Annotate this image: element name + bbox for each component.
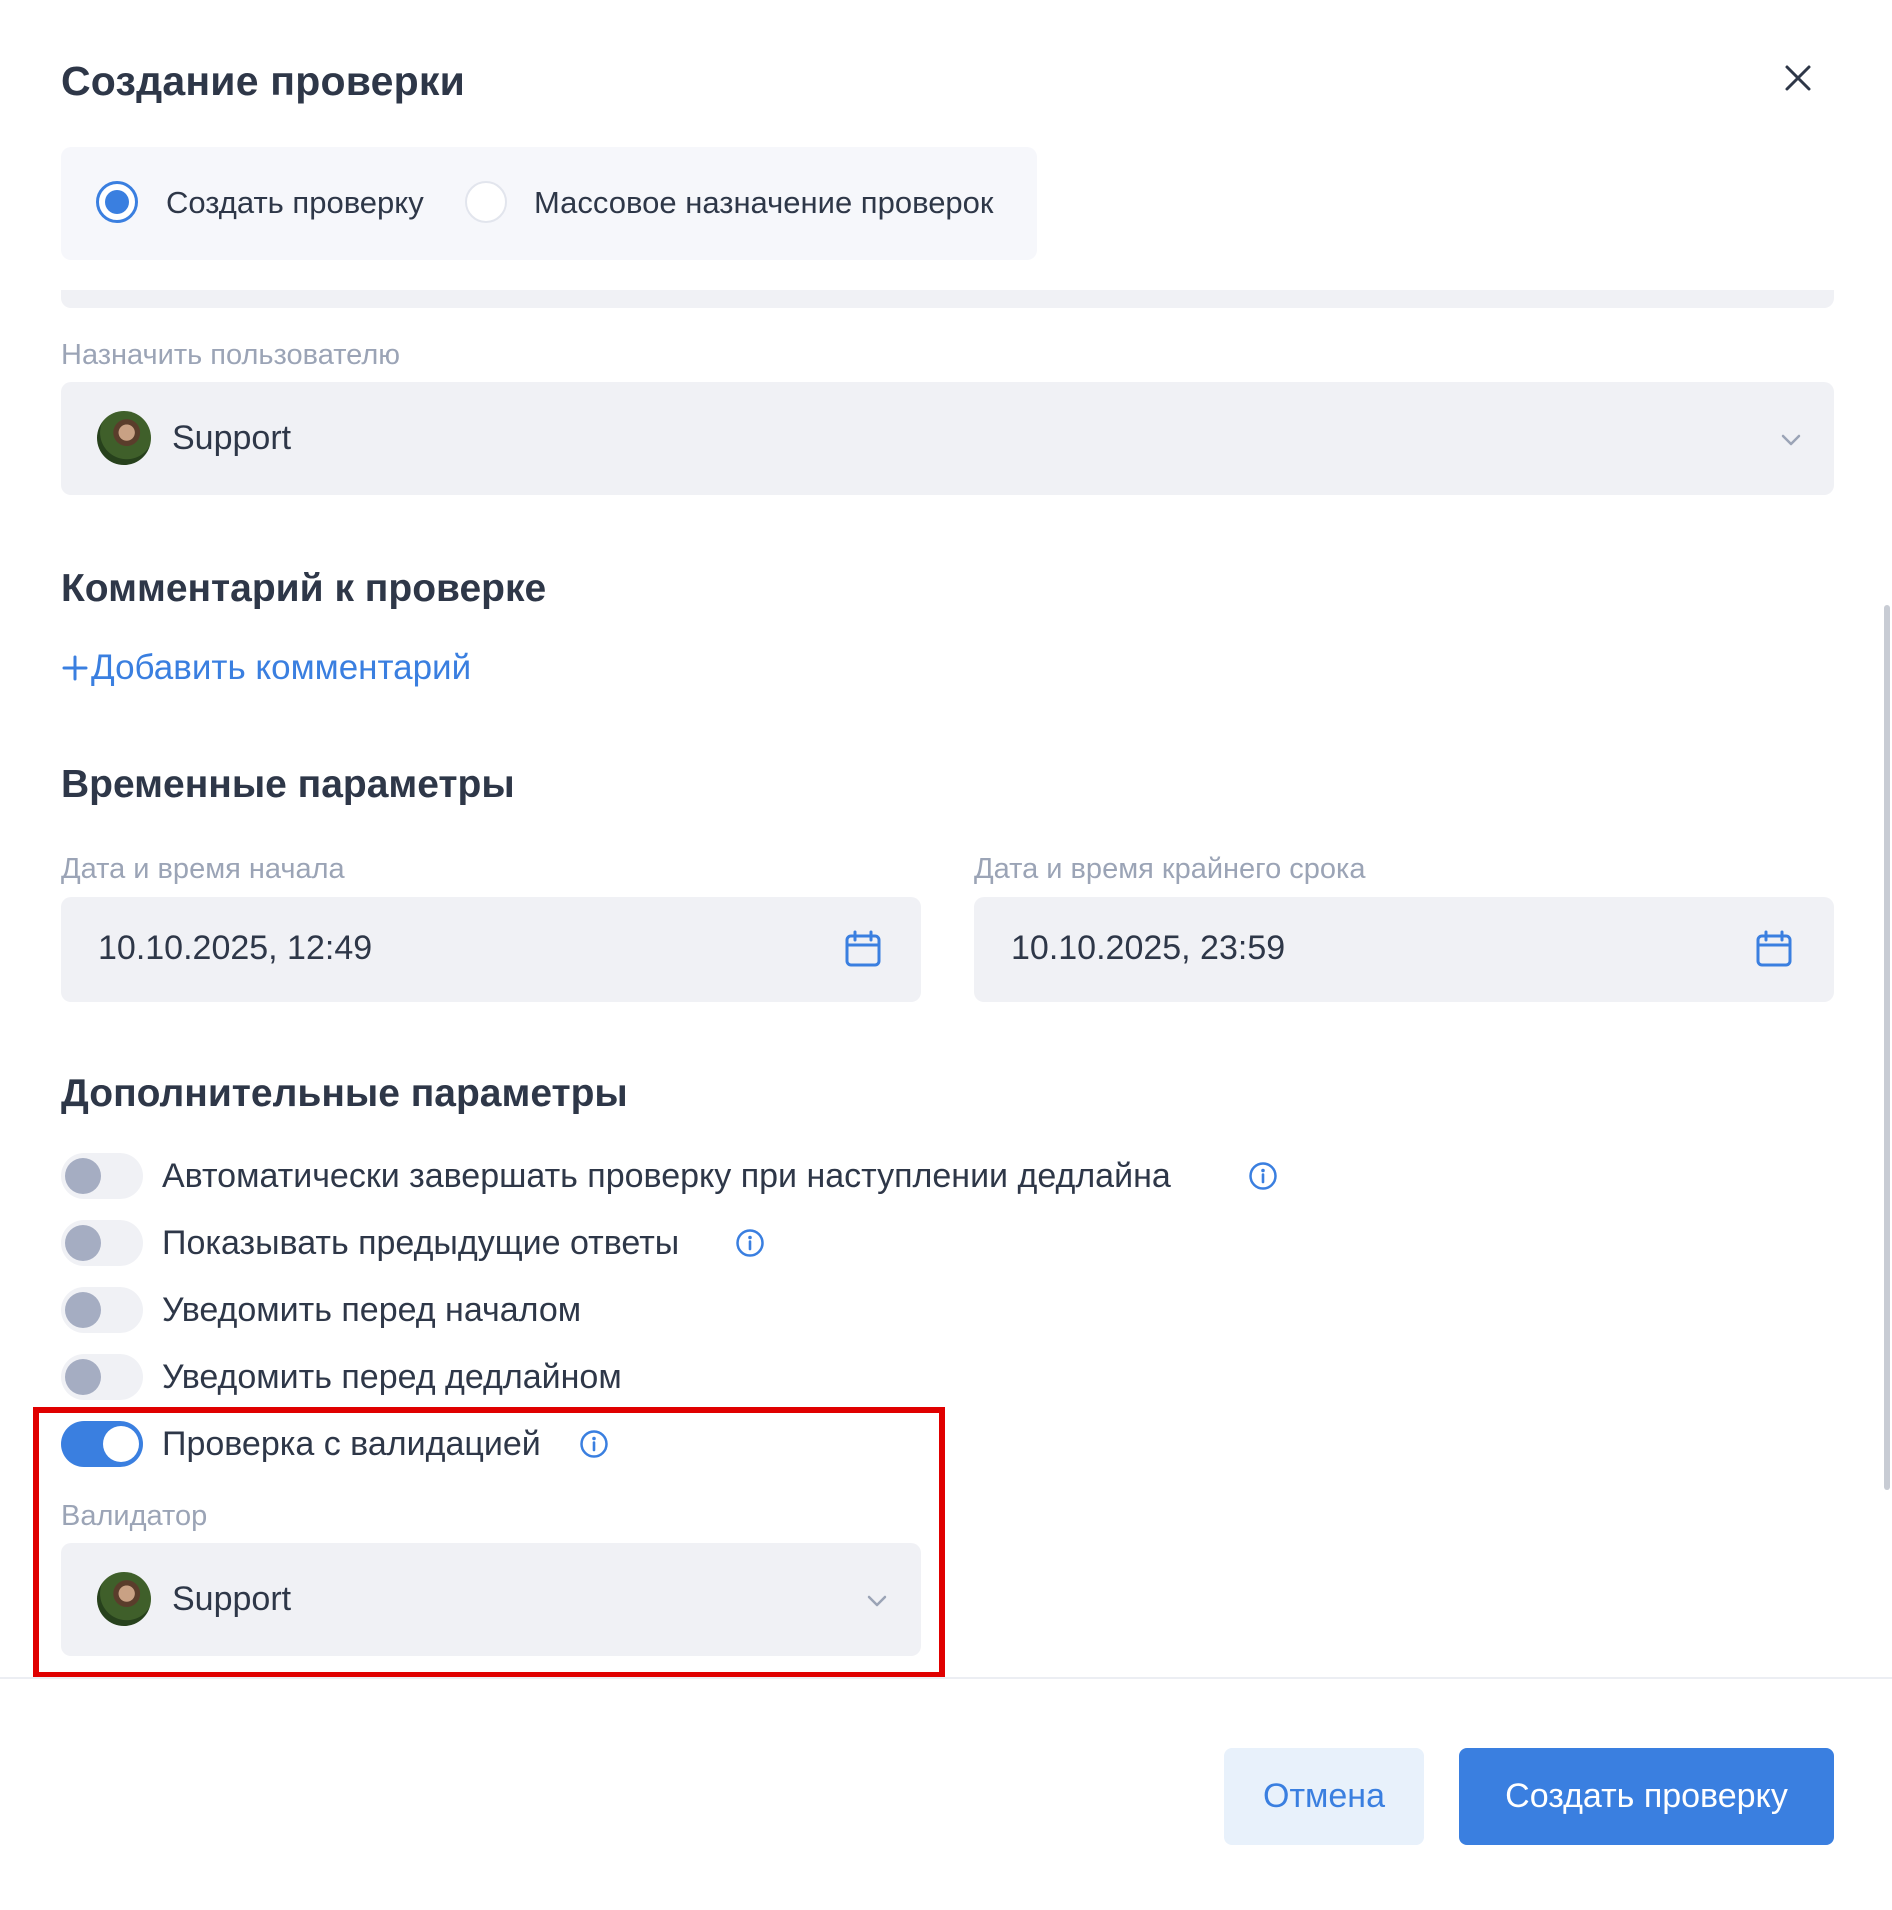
toggle-auto-finish[interactable]: [61, 1153, 143, 1199]
toggle-notify-start-label: Уведомить перед началом: [162, 1291, 582, 1329]
collapsed-field-edge: [61, 290, 1834, 308]
close-icon[interactable]: [1778, 58, 1818, 98]
assignee-value: Support: [172, 419, 292, 457]
start-date-label: Дата и время начала: [61, 853, 345, 885]
start-date-input[interactable]: 10.10.2025, 12:49: [61, 897, 921, 1002]
plus-icon: [62, 655, 88, 681]
deadline-date-input[interactable]: 10.10.2025, 23:59: [974, 897, 1834, 1002]
radio-mass-assign-label[interactable]: Массовое назначение проверок: [534, 185, 993, 221]
scrollbar[interactable]: [1884, 605, 1890, 1490]
calendar-icon[interactable]: [844, 930, 882, 968]
toggle-auto-finish-label: Автоматически завершать проверку при нас…: [162, 1157, 1171, 1195]
radio-create-check-label[interactable]: Создать проверку: [166, 185, 424, 221]
comment-section-title: Комментарий к проверке: [61, 567, 547, 610]
calendar-icon[interactable]: [1755, 930, 1793, 968]
radio-mass-assign[interactable]: [465, 181, 507, 223]
create-check-button[interactable]: Создать проверку: [1459, 1748, 1834, 1845]
toggle-show-previous-label: Показывать предыдущие ответы: [162, 1224, 680, 1262]
dialog-title: Создание проверки: [61, 58, 465, 104]
avatar: [97, 411, 151, 465]
deadline-date-label: Дата и время крайнего срока: [974, 853, 1366, 885]
footer-divider: [0, 1677, 1892, 1679]
toggle-show-previous[interactable]: [61, 1220, 143, 1266]
toggle-notify-start[interactable]: [61, 1287, 143, 1333]
extra-section-title: Дополнительные параметры: [61, 1072, 628, 1115]
toggle-notify-deadline-label: Уведомить перед дедлайном: [162, 1358, 622, 1396]
start-date-value: 10.10.2025, 12:49: [98, 929, 373, 967]
info-icon[interactable]: [735, 1228, 765, 1258]
add-comment-link[interactable]: Добавить комментарий: [61, 648, 471, 688]
cancel-button[interactable]: Отмена: [1224, 1748, 1424, 1845]
toggle-notify-deadline[interactable]: [61, 1354, 143, 1400]
timing-section-title: Временные параметры: [61, 763, 515, 806]
info-icon[interactable]: [1248, 1161, 1278, 1191]
assignee-select[interactable]: Support: [61, 382, 1834, 495]
add-comment-label: Добавить комментарий: [91, 648, 472, 687]
deadline-date-value: 10.10.2025, 23:59: [1011, 929, 1286, 967]
assignee-label: Назначить пользователю: [61, 339, 400, 371]
radio-create-check[interactable]: [96, 181, 138, 223]
chevron-down-icon: [1781, 434, 1801, 446]
highlight-box: [33, 1407, 945, 1678]
